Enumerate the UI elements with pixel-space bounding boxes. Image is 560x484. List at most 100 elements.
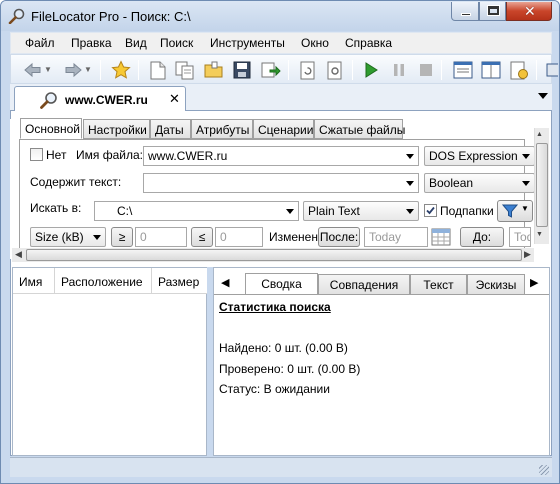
favorites-button[interactable] [111, 60, 131, 80]
menu-tools[interactable]: Инструменты [210, 36, 285, 50]
tabs-scroll-right-icon[interactable]: ▶ [530, 276, 538, 289]
back-dropdown-icon[interactable]: ▼ [44, 65, 52, 74]
tab-settings[interactable]: Настройки [83, 119, 150, 139]
tab-scenarios[interactable]: Сценарии [253, 119, 314, 139]
size-lte-button[interactable]: ≤ [191, 227, 213, 247]
filename-mode-select[interactable]: DOS Expression [424, 146, 535, 166]
status-bar [10, 457, 552, 477]
close-button[interactable]: ✕ [506, 2, 552, 21]
refresh-button[interactable] [298, 60, 318, 80]
criteria-hscroll-thumb[interactable] [26, 249, 522, 261]
column-name[interactable]: Имя [13, 268, 55, 294]
criteria-horizontal-scrollbar[interactable]: ◀ ▶ [12, 248, 534, 262]
stop-button[interactable] [416, 60, 436, 80]
doc-tab-close-icon[interactable]: ✕ [169, 91, 180, 107]
size-unit-select[interactable]: Size (kB) [30, 227, 106, 247]
chevron-down-icon [522, 154, 530, 159]
pause-icon [394, 64, 404, 76]
back-icon [24, 62, 41, 78]
menu-help[interactable]: Справка [345, 36, 392, 50]
window-button[interactable] [481, 60, 501, 80]
save-button[interactable] [232, 60, 252, 80]
column-size[interactable]: Размер [152, 268, 208, 294]
minimize-icon [461, 13, 471, 16]
tab-text[interactable]: Текст [410, 274, 467, 295]
pause-button[interactable] [389, 60, 409, 80]
size-min-input[interactable]: 0 [135, 227, 187, 247]
calendar-button[interactable] [431, 228, 451, 246]
resize-grip-icon[interactable] [539, 465, 549, 475]
menu-file[interactable]: Файл [25, 36, 55, 50]
layout-button[interactable] [453, 60, 473, 80]
size-unit-value: Size (kB) [35, 230, 84, 244]
scroll-up-icon[interactable]: ▲ [536, 131, 543, 138]
tab-dates[interactable]: Даты [150, 119, 191, 139]
size-gte-button[interactable]: ≥ [111, 227, 133, 247]
toolbar-overflow-button[interactable] [542, 60, 559, 80]
criteria-vertical-scrollbar[interactable]: ▲ ▼ [534, 128, 549, 244]
contains-mode-value: Boolean [429, 176, 474, 190]
filename-input[interactable]: www.CWER.ru [143, 146, 419, 166]
maximize-icon [487, 5, 500, 16]
scroll-left-icon[interactable]: ◀ [15, 249, 22, 260]
lookin-input[interactable]: C:\ [94, 201, 299, 221]
menu-window[interactable]: Окно [301, 36, 329, 50]
window-icon [481, 61, 501, 79]
doc-tab-search[interactable]: www.CWER.ru ✕ [14, 86, 186, 112]
not-checkbox[interactable] [30, 148, 43, 161]
print-icon [546, 63, 558, 77]
report-button[interactable] [509, 60, 529, 80]
scroll-right-icon[interactable]: ▶ [524, 249, 531, 260]
minimize-button[interactable] [451, 2, 479, 21]
title-bar: FileLocator Pro - Поиск: C:\ ✕ [1, 1, 559, 31]
tab-list-dropdown-icon[interactable] [538, 93, 548, 99]
menu-edit[interactable]: Правка [71, 36, 112, 50]
contains-input[interactable] [143, 173, 419, 193]
tab-basic[interactable]: Основной [20, 118, 82, 139]
new-search-button[interactable] [148, 60, 168, 80]
after-button[interactable]: После: [318, 227, 360, 247]
results-list[interactable]: Имя Расположение Размер [12, 267, 208, 456]
tabs-scroll-left-icon[interactable]: ◀ [221, 276, 229, 289]
forward-dropdown-icon[interactable]: ▼ [84, 65, 92, 74]
summary-found: Найдено: 0 шт. (0.00 B) [219, 341, 348, 355]
open-button[interactable] [204, 60, 224, 80]
tab-thumbnails[interactable]: Эскизы [467, 274, 525, 295]
search-icon [40, 92, 57, 109]
report-icon [510, 61, 528, 79]
tab-attributes[interactable]: Атрибуты [191, 119, 253, 139]
back-button[interactable] [23, 60, 43, 80]
before-date-input[interactable]: Tod [509, 227, 531, 247]
copy-button[interactable] [175, 60, 195, 80]
chevron-down-icon [286, 209, 294, 214]
column-location[interactable]: Расположение [55, 268, 152, 294]
tab-matches[interactable]: Совпадения [318, 274, 410, 295]
lookin-mode-select[interactable]: Plain Text [303, 201, 419, 221]
size-max-input[interactable]: 0 [215, 227, 263, 247]
export-button[interactable] [261, 60, 281, 80]
scroll-down-icon[interactable]: ▼ [536, 231, 543, 238]
contains-mode-select[interactable]: Boolean [424, 173, 535, 193]
summary-heading: Статистика поиска [219, 300, 331, 314]
chevron-down-icon [406, 154, 414, 159]
options-button[interactable] [325, 60, 345, 80]
menu-bar: Файл Правка Вид Поиск Инструменты Окно С… [10, 32, 552, 54]
menu-search[interactable]: Поиск [160, 36, 193, 50]
after-date-input[interactable]: Today [364, 227, 428, 247]
menu-view[interactable]: Вид [125, 36, 147, 50]
filename-mode-value: DOS Expression [429, 149, 518, 163]
copy-icon [175, 61, 194, 79]
modified-label: Изменен: [269, 230, 322, 244]
filter-button[interactable]: ▼ [497, 200, 533, 222]
summary-checked: Проверено: 0 шт. (0.00 B) [219, 362, 361, 376]
criteria-vscroll-thumb[interactable] [536, 143, 548, 227]
not-label: Нет [46, 148, 67, 162]
start-search-button[interactable] [361, 60, 381, 80]
subfolders-checkbox[interactable] [424, 204, 437, 217]
tab-archives[interactable]: Сжатые файлы [314, 119, 405, 139]
forward-button[interactable] [63, 60, 83, 80]
maximize-button[interactable] [479, 2, 506, 21]
before-button[interactable]: До: [460, 227, 504, 247]
checkmark-icon [426, 206, 435, 215]
tab-summary[interactable]: Сводка [245, 273, 318, 295]
